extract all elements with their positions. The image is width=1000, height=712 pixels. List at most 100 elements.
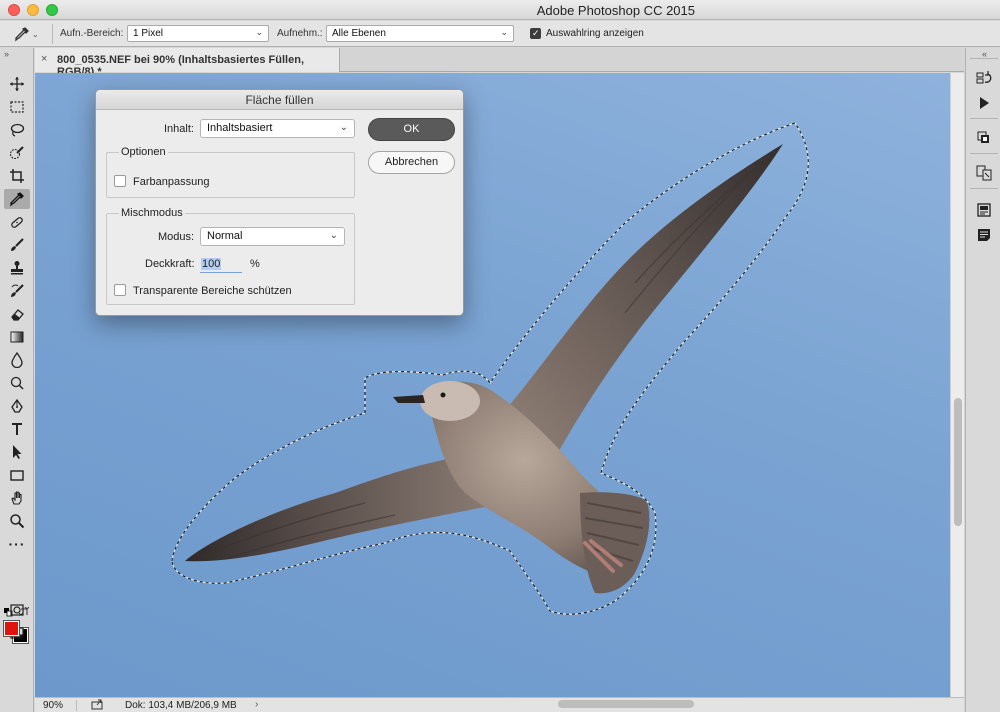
ok-button[interactable]: OK <box>368 118 455 141</box>
eyedropper-icon <box>15 27 29 42</box>
rectangle-tool[interactable] <box>4 465 30 485</box>
content-value: Inhaltsbasiert <box>207 122 273 134</box>
crop-tool-icon <box>10 169 24 183</box>
eraser-tool-icon <box>11 309 24 321</box>
show-ring-label: Auswahlring anzeigen <box>546 28 644 39</box>
blend-group-title: Mischmodus <box>119 207 185 219</box>
clone-stamp-tool-icon <box>11 261 23 275</box>
share-icon[interactable] <box>91 698 103 710</box>
rectangle-tool-icon <box>10 470 24 481</box>
sample-size-select[interactable]: 1 Pixel ⌄ <box>127 25 269 42</box>
eyedropper-tool[interactable] <box>4 189 30 209</box>
gradient-tool-icon <box>10 331 24 343</box>
brush-tool[interactable] <box>4 235 30 255</box>
actions-panel-button[interactable] <box>974 93 994 113</box>
libraries-icon <box>977 131 989 143</box>
collapse-panel-icon[interactable]: » <box>4 49 9 59</box>
preserve-transparency-checkbox[interactable] <box>114 284 126 296</box>
content-select[interactable]: Inhaltsbasiert ⌄ <box>200 119 355 138</box>
title-bar: Adobe Photoshop CC 2015 <box>0 0 1000 20</box>
close-tab-icon[interactable]: × <box>41 53 47 65</box>
foreground-color-swatch[interactable] <box>3 620 20 637</box>
lasso-tool-icon <box>10 123 25 137</box>
eyedropper-tool-icon <box>10 192 24 207</box>
blur-tool[interactable] <box>4 350 30 370</box>
dodge-tool[interactable] <box>4 373 30 393</box>
path-selection-tool-icon <box>13 445 22 459</box>
sample-value: Alle Ebenen <box>332 28 386 39</box>
history-panel-button[interactable] <box>974 68 994 88</box>
history-brush-tool[interactable] <box>4 281 30 301</box>
quick-mask-button[interactable] <box>4 600 30 620</box>
notes-panel-button[interactable] <box>974 225 994 245</box>
hand-tool-icon <box>11 491 22 505</box>
dodge-tool-icon <box>10 376 24 390</box>
divider <box>970 58 998 59</box>
quick-mask-icon <box>10 604 24 616</box>
right-panel-dock: « <box>965 48 1000 712</box>
crop-tool[interactable] <box>4 166 30 186</box>
pen-tool[interactable] <box>4 396 30 416</box>
cancel-button[interactable]: Abbrechen <box>368 151 455 174</box>
sample-label: Aufnehm.: <box>277 28 323 39</box>
lasso-tool[interactable] <box>4 120 30 140</box>
healing-brush-tool[interactable] <box>4 212 30 232</box>
document-tab[interactable]: × 800_0535.NEF bei 90% (Inhaltsbasiertes… <box>35 48 340 78</box>
sample-size-value: 1 Pixel <box>133 28 164 39</box>
divider <box>970 118 998 119</box>
content-label: Inhalt: <box>164 123 194 135</box>
zoom-level[interactable]: 90% <box>43 700 77 711</box>
zoom-tool[interactable] <box>4 511 30 531</box>
mode-select[interactable]: Normal ⌄ <box>200 227 345 246</box>
mode-label: Modus: <box>158 231 195 243</box>
properties-panel-button[interactable] <box>974 200 994 220</box>
vertical-scroll-thumb[interactable] <box>954 398 962 526</box>
horizontal-scroll-thumb[interactable] <box>558 700 694 708</box>
options-group <box>106 152 355 198</box>
gradient-tool[interactable] <box>4 327 30 347</box>
show-ring-checkbox[interactable] <box>530 28 541 39</box>
healing-brush-tool-icon <box>11 217 23 228</box>
tools-panel: » ··· <box>0 48 34 712</box>
divider <box>970 153 998 154</box>
window-close-button[interactable] <box>8 4 20 16</box>
play-icon <box>980 97 989 109</box>
tool-preset-picker[interactable]: ⌄ <box>14 25 46 43</box>
document-size: Dok: 103,4 MB/206,9 MB <box>125 700 237 711</box>
path-selection-tool[interactable] <box>4 442 30 462</box>
sample-size-label: Aufn.-Bereich: <box>60 28 124 39</box>
show-ring-option[interactable]: Auswahlring anzeigen <box>530 28 644 39</box>
more-tools-button[interactable]: ··· <box>4 534 30 554</box>
status-menu-arrow[interactable]: › <box>255 699 258 710</box>
opacity-value: 100 <box>201 258 222 270</box>
chevron-down-icon: ⌄ <box>339 122 348 133</box>
history-icon <box>976 71 992 84</box>
quick-selection-tool[interactable] <box>4 143 30 163</box>
adjustments-panel-button[interactable] <box>974 163 994 183</box>
vertical-scrollbar[interactable] <box>950 73 964 697</box>
pen-tool-icon <box>11 398 23 413</box>
type-tool-icon <box>12 423 22 435</box>
clone-stamp-tool[interactable] <box>4 258 30 278</box>
zoom-tool-icon <box>10 514 25 529</box>
color-adapt-label: Farbanpassung <box>133 176 210 188</box>
divider <box>970 188 998 189</box>
properties-icon <box>977 203 991 217</box>
chevron-down-icon: ⌄ <box>255 27 263 37</box>
type-tool[interactable] <box>4 419 30 439</box>
color-adapt-checkbox[interactable] <box>114 175 126 187</box>
more-icon: ··· <box>8 536 26 552</box>
sample-select[interactable]: Alle Ebenen ⌄ <box>326 25 514 42</box>
preserve-transparency-label: Transparente Bereiche schützen <box>133 285 292 297</box>
marquee-tool[interactable] <box>4 97 30 117</box>
move-tool[interactable] <box>4 74 30 94</box>
eraser-tool[interactable] <box>4 304 30 324</box>
libraries-panel-button[interactable] <box>974 128 994 148</box>
opacity-input[interactable]: 100 <box>200 256 242 273</box>
window-maximize-button[interactable] <box>46 4 58 16</box>
hand-tool[interactable] <box>4 488 30 508</box>
app-title: Adobe Photoshop CC 2015 <box>536 3 695 18</box>
move-tool-icon <box>10 77 24 91</box>
window-minimize-button[interactable] <box>27 4 39 16</box>
options-group-title: Optionen <box>119 146 168 158</box>
